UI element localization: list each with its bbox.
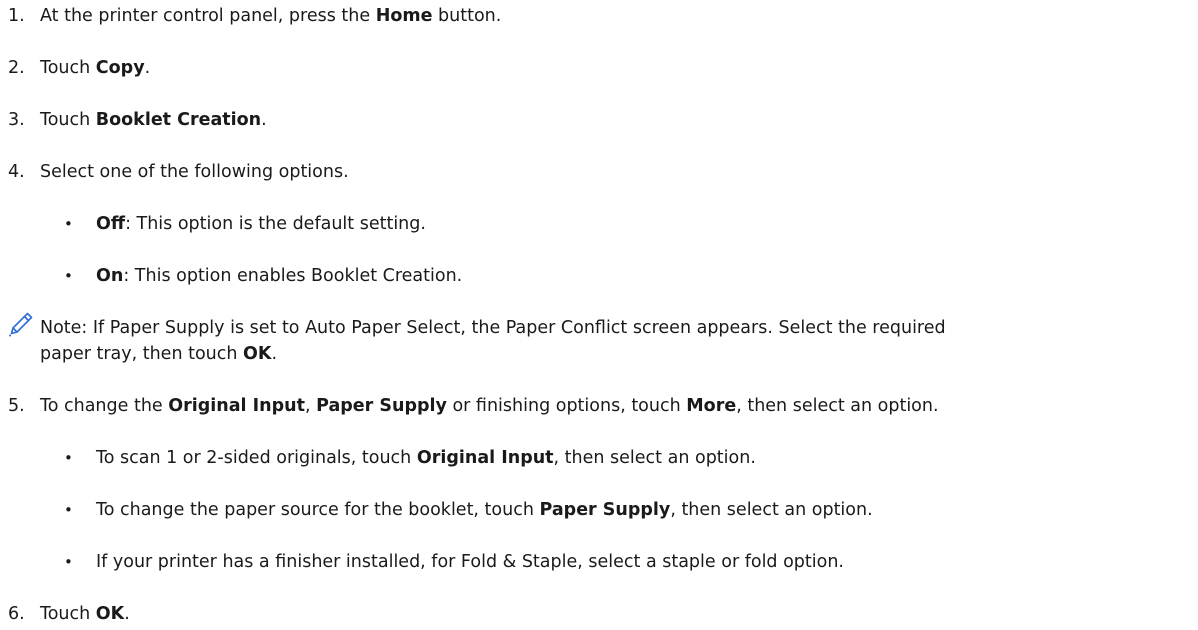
note-text: paper tray, then touch OK. xyxy=(40,342,277,366)
option-text: On: This option enables Booklet Creation… xyxy=(96,264,462,288)
step-text-part: , xyxy=(304,396,317,416)
step-text-part: To change the xyxy=(40,396,169,416)
step-number: 3. xyxy=(8,110,25,130)
option-text: Off: This option is the default setting. xyxy=(96,212,426,236)
step-text-pre: At the printer control panel, press the xyxy=(40,6,376,26)
step-number: 5. xyxy=(8,396,25,416)
option-label: Off xyxy=(96,214,126,234)
step-text: At the printer control panel, press the … xyxy=(40,4,501,28)
step-text-post: . xyxy=(261,110,267,130)
bullet: • xyxy=(64,553,73,571)
option-description: : This option is the default setting. xyxy=(125,214,426,234)
step-text: Touch Booklet Creation. xyxy=(40,108,267,132)
bullet: • xyxy=(64,267,73,285)
step-number: 4. xyxy=(8,162,25,182)
bullet: • xyxy=(64,449,73,467)
bullet-text: To change the paper source for the bookl… xyxy=(96,498,873,522)
pencil-icon xyxy=(9,312,33,337)
step-number: 1. xyxy=(8,6,25,26)
option-description: : This option enables Booklet Creation. xyxy=(123,266,463,286)
option-label: On xyxy=(96,266,124,286)
step-text-pre: Touch xyxy=(40,58,96,78)
step-text-bold: Copy xyxy=(95,58,145,78)
note-text-bold: OK xyxy=(243,344,272,364)
step-text-pre: Touch xyxy=(40,110,96,130)
bullet-text-bold: Original Input xyxy=(416,448,554,468)
bullet: • xyxy=(64,501,73,519)
note-text-post: . xyxy=(271,344,278,364)
step-text: Touch OK. xyxy=(40,602,130,626)
step-text-bold: More xyxy=(686,396,737,416)
bullet-text-post: , then select an option. xyxy=(553,448,756,468)
step-text-part: , then select an option. xyxy=(736,396,939,416)
bullet-text-pre: To change the paper source for the bookl… xyxy=(96,500,540,520)
step-text: To change the Original Input, Paper Supp… xyxy=(40,394,939,418)
step-text-bold: Original Input xyxy=(168,396,305,416)
note-text: Note: If Paper Supply is set to Auto Pap… xyxy=(40,318,946,338)
step-text-bold: Paper Supply xyxy=(316,396,447,416)
step-text-post: . xyxy=(144,58,151,78)
step-text-post: . xyxy=(124,604,130,624)
step-text: Touch Copy. xyxy=(40,56,150,80)
step-text: Select one of the following options. xyxy=(40,162,349,182)
step-text-post: button. xyxy=(432,6,502,26)
step-number: 2. xyxy=(8,58,25,78)
bullet: • xyxy=(64,215,73,233)
step-text-bold: Booklet Creation xyxy=(95,110,262,130)
step-text-part: or finishing options, touch xyxy=(446,396,687,416)
step-text-bold: Home xyxy=(375,6,433,26)
bullet-text-pre: To scan 1 or 2-sided originals, touch xyxy=(96,448,417,468)
step-number: 6. xyxy=(8,604,25,624)
step-text-bold: OK xyxy=(95,604,125,624)
step-text-pre: Touch xyxy=(40,604,96,624)
note-text-pre: paper tray, then touch xyxy=(40,344,244,364)
bullet-text: If your printer has a finisher installed… xyxy=(96,552,844,572)
bullet-text-post: , then select an option. xyxy=(670,500,873,520)
bullet-text: To scan 1 or 2-sided originals, touch Or… xyxy=(96,446,756,470)
bullet-text-bold: Paper Supply xyxy=(539,500,671,520)
instructions-document: 1. At the printer control panel, press t… xyxy=(0,0,1198,630)
